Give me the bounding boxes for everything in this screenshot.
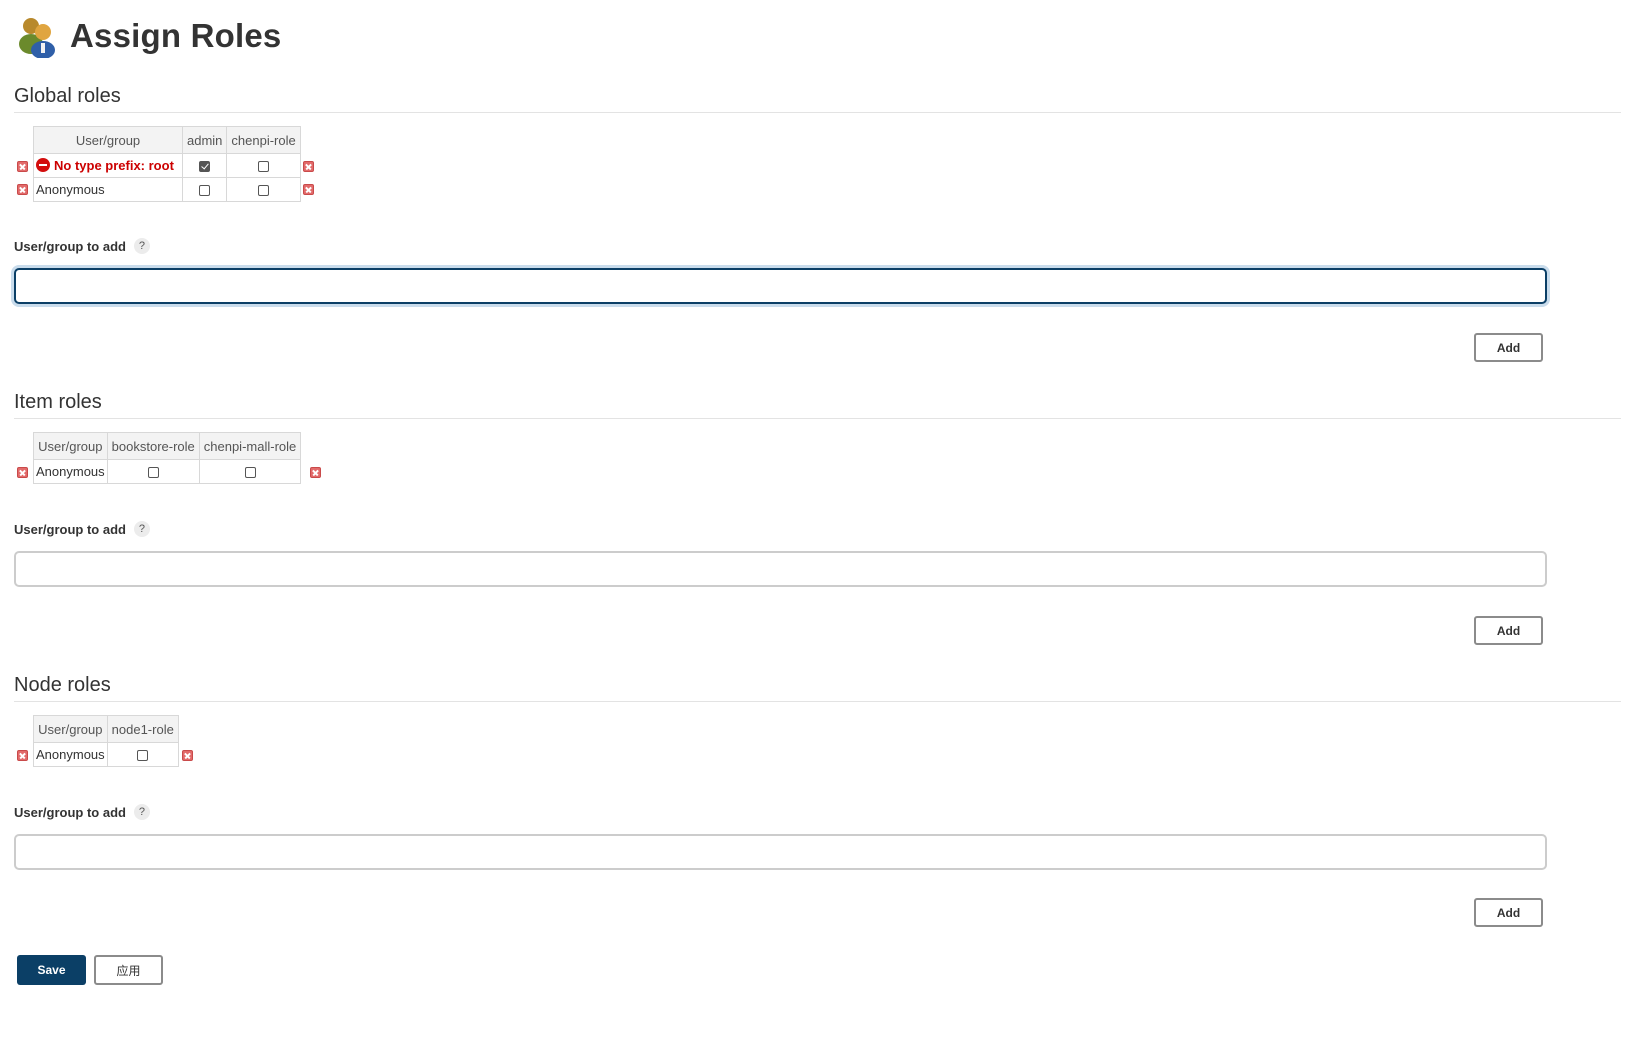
table-row: Anonymous [33,742,179,767]
add-button[interactable]: Add [1474,898,1543,927]
global-roles-section: Global roles User/group admin chenpi-rol… [14,83,1621,202]
users-icon [19,18,55,58]
help-icon[interactable]: ? [133,804,150,820]
delete-row-icon[interactable] [303,184,314,195]
delete-row-icon[interactable] [303,161,314,172]
delete-row-icon[interactable] [182,750,193,761]
roles-table: User/group node1-role Anonymous [33,715,179,767]
column-header: User/group [33,126,183,154]
role-checkbox[interactable] [137,750,149,762]
page-title: Assign Roles [70,17,282,54]
role-checkbox[interactable] [199,161,211,173]
user-group-to-add-label: User/group to add ? [14,804,150,820]
save-button[interactable]: Save [17,955,86,985]
roles-table: User/group bookstore-role chenpi-mall-ro… [33,432,302,484]
help-icon[interactable]: ? [133,521,150,537]
label-text: User/group to add [14,521,126,537]
column-header: chenpi-role [226,126,301,154]
table-row: Anonymous [33,459,302,484]
user-group-input[interactable] [14,268,1547,304]
user-cell: Anonymous [33,742,108,767]
user-name: No type prefix: root [54,158,174,173]
table-row: No type prefix: root [33,153,301,178]
role-cell [106,459,200,484]
delete-row-icon[interactable] [17,161,28,172]
column-header: chenpi-mall-role [198,432,302,460]
role-cell [198,459,302,484]
role-cell [181,177,228,202]
global-roles-grid: User/group admin chenpi-role No type pre… [14,126,1621,202]
apply-button[interactable]: 应用 [94,955,163,985]
role-cell [106,742,179,767]
user-cell: Anonymous [33,177,183,202]
label-text: User/group to add [14,238,126,254]
section-title: Item roles [14,389,1621,419]
column-header: User/group [33,432,108,460]
role-cell [181,153,228,178]
user-group-to-add-label: User/group to add ? [14,521,150,537]
user-cell: Anonymous [33,459,108,484]
delete-row-icon[interactable] [17,184,28,195]
role-checkbox[interactable] [244,467,256,479]
user-group-to-add-label: User/group to add ? [14,238,150,254]
delete-row-icon[interactable] [17,750,28,761]
roles-table: User/group admin chenpi-role No type pre… [33,126,301,202]
section-title: Global roles [14,83,1621,113]
role-checkbox[interactable] [258,161,270,173]
item-roles-grid: User/group bookstore-role chenpi-mall-ro… [14,432,1621,484]
column-header: User/group [33,715,108,743]
add-button[interactable]: Add [1474,333,1543,362]
help-icon[interactable]: ? [133,238,150,254]
table-row: Anonymous [33,177,301,202]
delete-row-icon[interactable] [17,467,28,478]
column-header: admin [181,126,228,154]
error-icon [36,158,50,172]
user-cell: No type prefix: root [33,153,183,178]
user-group-input[interactable] [14,834,1547,870]
delete-row-icon[interactable] [310,467,321,478]
label-text: User/group to add [14,804,126,820]
role-cell [226,177,301,202]
item-roles-section: Item roles User/group bookstore-role che… [14,389,1621,484]
user-group-input[interactable] [14,551,1547,587]
section-title: Node roles [14,672,1621,702]
role-checkbox[interactable] [199,185,211,197]
column-header: node1-role [106,715,179,743]
role-checkbox[interactable] [258,185,270,197]
node-roles-section: Node roles User/group node1-role Anonymo… [14,672,1621,767]
add-button[interactable]: Add [1474,616,1543,645]
page-header: Assign Roles [16,14,281,58]
role-cell [226,153,301,178]
node-roles-grid: User/group node1-role Anonymous [14,715,1621,767]
column-header: bookstore-role [106,432,200,460]
role-checkbox[interactable] [147,467,159,479]
